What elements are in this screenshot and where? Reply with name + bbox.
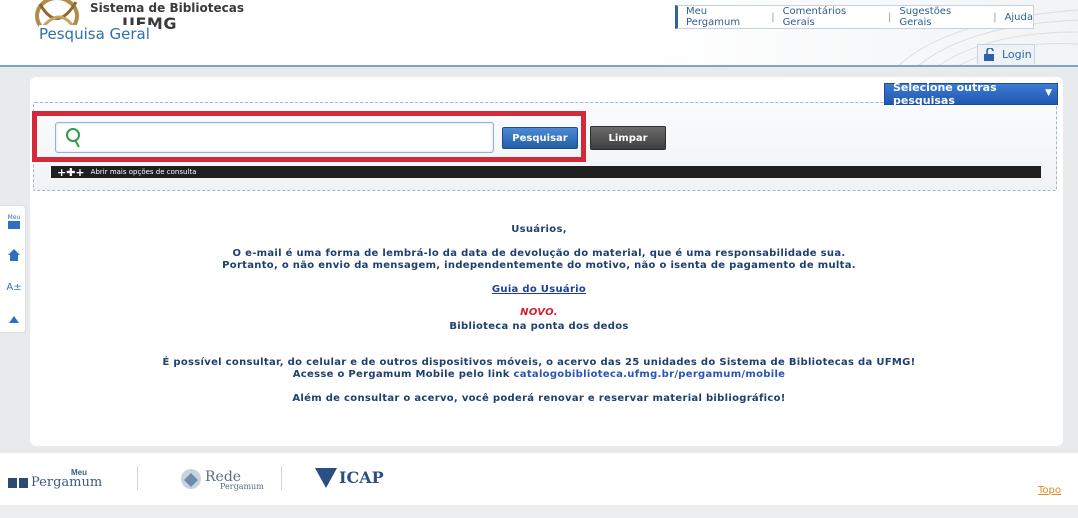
header: Sistema de Bibliotecas UFMG Meu Pergamum… [0,0,1078,66]
footer-separator [281,466,282,490]
logo-title: Sistema de Bibliotecas [90,1,245,15]
top-navigation: Meu Pergamum | Comentários Gerais | Suge… [675,5,1034,29]
mobile-line1: É possível consultar, do celular e de ou… [162,357,916,368]
novo-label-row: NOVO. [0,307,1078,318]
search-button[interactable]: Pesquisar [502,127,578,149]
mobile-link[interactable]: catalogobiblioteca.ufmg.br/pergamum/mobi… [514,369,786,380]
icap-logo-icon [315,468,337,488]
rede-logo-sub: Pergamum [220,482,264,491]
search-legend: Pesquisa Geral [39,25,154,43]
more-options-label: Abrir mais opções de consulta [90,168,197,176]
nav-separator: | [771,11,775,23]
novo-label: NOVO. [520,307,558,318]
footer-separator [137,466,138,490]
select-other-searches-label: Selecione outras pesquisas [893,81,997,107]
footer-bar [0,505,1078,518]
app-name: Biblioteca na ponta dos dedos [449,321,629,332]
search-input-box[interactable] [55,122,494,153]
top-link[interactable]: Topo [1038,485,1061,496]
plus-icon: +✚+ [57,165,85,179]
rede-pergamum-logo-icon [181,469,201,489]
guide-link-row: Guia do Usuário [0,284,1078,295]
mobile-line2-prefix: Acesse o Pergamum Mobile pelo link [292,369,514,380]
guide-link[interactable]: Guia do Usuário [492,284,586,295]
meu-pergamum-logo-icon [8,478,28,488]
login-button[interactable]: Login [977,44,1035,64]
more-options-bar[interactable]: +✚+ Abrir mais opções de consulta [51,165,1041,179]
nav-separator: | [993,11,997,23]
caret-down-icon: ▼ [1045,88,1052,98]
meu-pergamum-logo-text: Pergamum [31,475,103,490]
nav-sugestoes-gerais[interactable]: Sugestões Gerais [899,6,985,28]
message-greeting: Usuários, [511,224,567,235]
mobile-line3: Além de consultar o acervo, você poderá … [292,393,786,404]
message-line1: O e-mail é uma forma de lembrá-lo da dat… [232,248,846,259]
footer [0,453,1078,505]
nav-comentarios-gerais[interactable]: Comentários Gerais [783,6,880,28]
lock-icon [984,48,994,61]
nav-meu-pergamum[interactable]: Meu Pergamum [686,6,763,28]
search-input[interactable] [86,128,486,148]
nav-separator: | [888,11,892,23]
clear-button[interactable]: Limpar [590,126,666,150]
message-line2: Portanto, o não envio da mensagem, indep… [222,260,856,271]
nav-ajuda[interactable]: Ajuda [1005,12,1033,23]
select-other-searches-dropdown[interactable]: Selecione outras pesquisas ▼ [884,81,1058,107]
search-icon [66,128,80,148]
login-label: Login [1002,48,1032,61]
mobile-line2: Acesse o Pergamum Mobile pelo link catal… [0,369,1078,380]
icap-logo-text: ICAP [339,468,384,487]
